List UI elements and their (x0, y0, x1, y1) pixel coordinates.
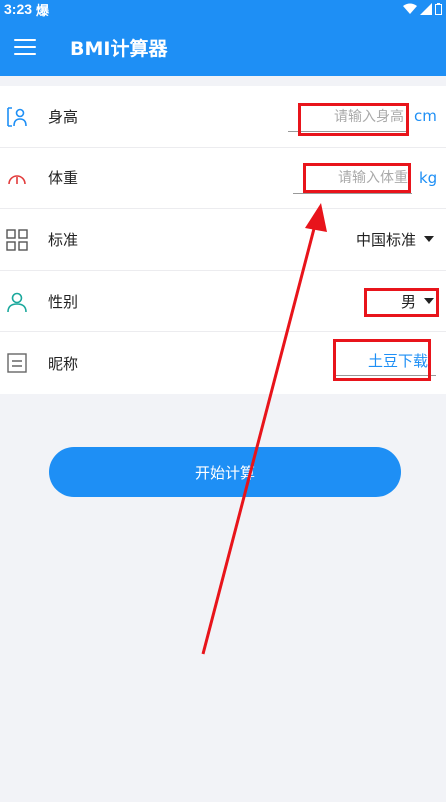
nickname-label: 昵称 (48, 354, 79, 373)
person-height-icon (7, 107, 27, 127)
carrier-icon: 爆 (36, 3, 50, 19)
wifi-icon (403, 3, 417, 14)
status-time: 3:23 (4, 1, 33, 17)
nickname-row: 昵称 土豆下载 (0, 332, 446, 394)
status-bar: 3:23 爆 (0, 0, 446, 19)
hamburger-menu-icon[interactable] (14, 39, 36, 55)
height-input[interactable] (288, 102, 408, 132)
standard-row: 标准 中国标准 (0, 209, 446, 271)
app-title: BMI计算器 (70, 37, 168, 60)
start-calculate-button[interactable]: 开始计算 (49, 447, 401, 497)
weight-input-wrap (293, 163, 412, 194)
user-icon (7, 292, 27, 312)
dropdown-caret-icon (424, 236, 434, 243)
gender-row: 性别 男 (0, 271, 446, 333)
standard-label: 标准 (48, 230, 79, 249)
height-row: 身高 cm (0, 86, 446, 148)
standard-selected: 中国标准 (355, 230, 416, 249)
gender-select[interactable]: 男 (401, 291, 434, 312)
battery-icon (435, 3, 442, 15)
bmi-form: 身高 cm 体重 kg 标准 中国标准 (0, 86, 446, 394)
height-label: 身高 (48, 107, 79, 126)
app-bar: BMI计算器 (0, 18, 446, 76)
height-input-wrap (288, 102, 408, 132)
weight-input[interactable] (293, 163, 412, 194)
document-icon (7, 353, 27, 374)
status-icons (403, 3, 442, 15)
gauge-icon (8, 174, 26, 184)
standard-select[interactable]: 中国标准 (356, 229, 434, 250)
weight-row: 体重 kg (0, 148, 446, 210)
gender-label: 性别 (48, 292, 79, 311)
dropdown-caret-icon (424, 298, 434, 305)
gender-selected: 男 (400, 292, 416, 311)
weight-unit: kg (419, 168, 438, 187)
weight-label: 体重 (48, 169, 79, 188)
nickname-field[interactable]: 土豆下载 (336, 346, 436, 377)
signal-icon (420, 3, 432, 15)
height-unit: cm (414, 107, 437, 126)
grid-icon (6, 229, 28, 251)
